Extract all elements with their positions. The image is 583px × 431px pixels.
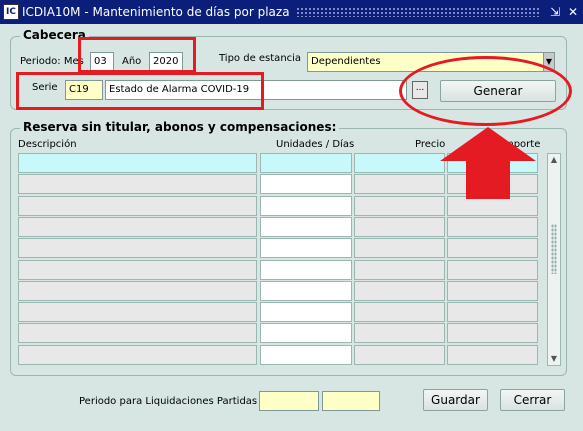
cell-precio[interactable] [354, 238, 445, 258]
cell-precio[interactable] [354, 153, 445, 173]
cell-importe[interactable] [447, 260, 538, 280]
cell-descripcion[interactable] [18, 238, 257, 258]
cell-precio[interactable] [354, 345, 445, 365]
cell-importe[interactable] [447, 345, 538, 365]
cell-unidades[interactable] [260, 238, 352, 258]
cell-unidades[interactable] [260, 217, 352, 237]
cell-importe[interactable] [447, 323, 538, 343]
annotation-periodo-box [78, 37, 196, 73]
cell-importe[interactable] [447, 281, 538, 301]
minimize-icon[interactable]: ⇲ [547, 4, 563, 20]
cell-descripcion[interactable] [18, 345, 257, 365]
cell-precio[interactable] [354, 323, 445, 343]
cell-importe[interactable] [447, 217, 538, 237]
annotation-generar-oval [399, 56, 572, 126]
cell-precio[interactable] [354, 302, 445, 322]
reserva-title: Reserva sin titular, abonos y compensaci… [20, 120, 340, 134]
cell-descripcion[interactable] [18, 323, 257, 343]
cell-descripcion[interactable] [18, 196, 257, 216]
cell-descripcion[interactable] [18, 153, 257, 173]
cell-descripcion[interactable] [18, 260, 257, 280]
cell-unidades[interactable] [260, 302, 352, 322]
cell-precio[interactable] [354, 217, 445, 237]
cell-precio[interactable] [354, 281, 445, 301]
app-window: IC ICDIA10M - Mantenimiento de días por … [0, 0, 583, 431]
title-bar: IC ICDIA10M - Mantenimiento de días por … [0, 0, 583, 24]
cell-unidades[interactable] [260, 345, 352, 365]
periodo-label: Periodo: Mes [20, 56, 84, 67]
scroll-grip[interactable] [551, 224, 557, 274]
cell-importe[interactable] [447, 196, 538, 216]
cell-importe[interactable] [447, 302, 538, 322]
cell-unidades[interactable] [260, 260, 352, 280]
cell-unidades[interactable] [260, 323, 352, 343]
scroll-up-icon[interactable]: ▲ [548, 154, 560, 166]
cerrar-button[interactable]: Cerrar [500, 389, 565, 411]
annotation-serie-box [16, 72, 264, 110]
title-grip [295, 7, 541, 17]
close-icon[interactable]: ✕ [565, 4, 581, 20]
periodo-liq-from-field[interactable] [259, 391, 319, 411]
scroll-down-icon[interactable]: ▼ [548, 353, 560, 365]
cell-importe[interactable] [447, 238, 538, 258]
cell-unidades[interactable] [260, 153, 352, 173]
periodo-liq-to-field[interactable] [322, 391, 380, 411]
cell-descripcion[interactable] [18, 174, 257, 194]
column-header-unidades: Unidades / Días [276, 139, 355, 150]
cell-descripcion[interactable] [18, 281, 257, 301]
cell-descripcion[interactable] [18, 302, 257, 322]
periodo-liquidaciones-label: Periodo para Liquidaciones Partidas [79, 396, 258, 407]
cell-precio[interactable] [354, 174, 445, 194]
tipo-estancia-label: Tipo de estancia [219, 53, 302, 64]
cell-precio[interactable] [354, 196, 445, 216]
cell-unidades[interactable] [260, 281, 352, 301]
vertical-scrollbar[interactable]: ▲ ▼ [547, 153, 561, 366]
cell-unidades[interactable] [260, 196, 352, 216]
cell-descripcion[interactable] [18, 217, 257, 237]
guardar-button[interactable]: Guardar [423, 389, 488, 411]
window-title: ICDIA10M - Mantenimiento de días por pla… [22, 5, 290, 19]
annotation-arrow-icon [440, 127, 536, 199]
cell-precio[interactable] [354, 260, 445, 280]
app-icon: IC [3, 4, 19, 20]
cell-unidades[interactable] [260, 174, 352, 194]
column-header-descripcion: Descripción [18, 139, 77, 150]
